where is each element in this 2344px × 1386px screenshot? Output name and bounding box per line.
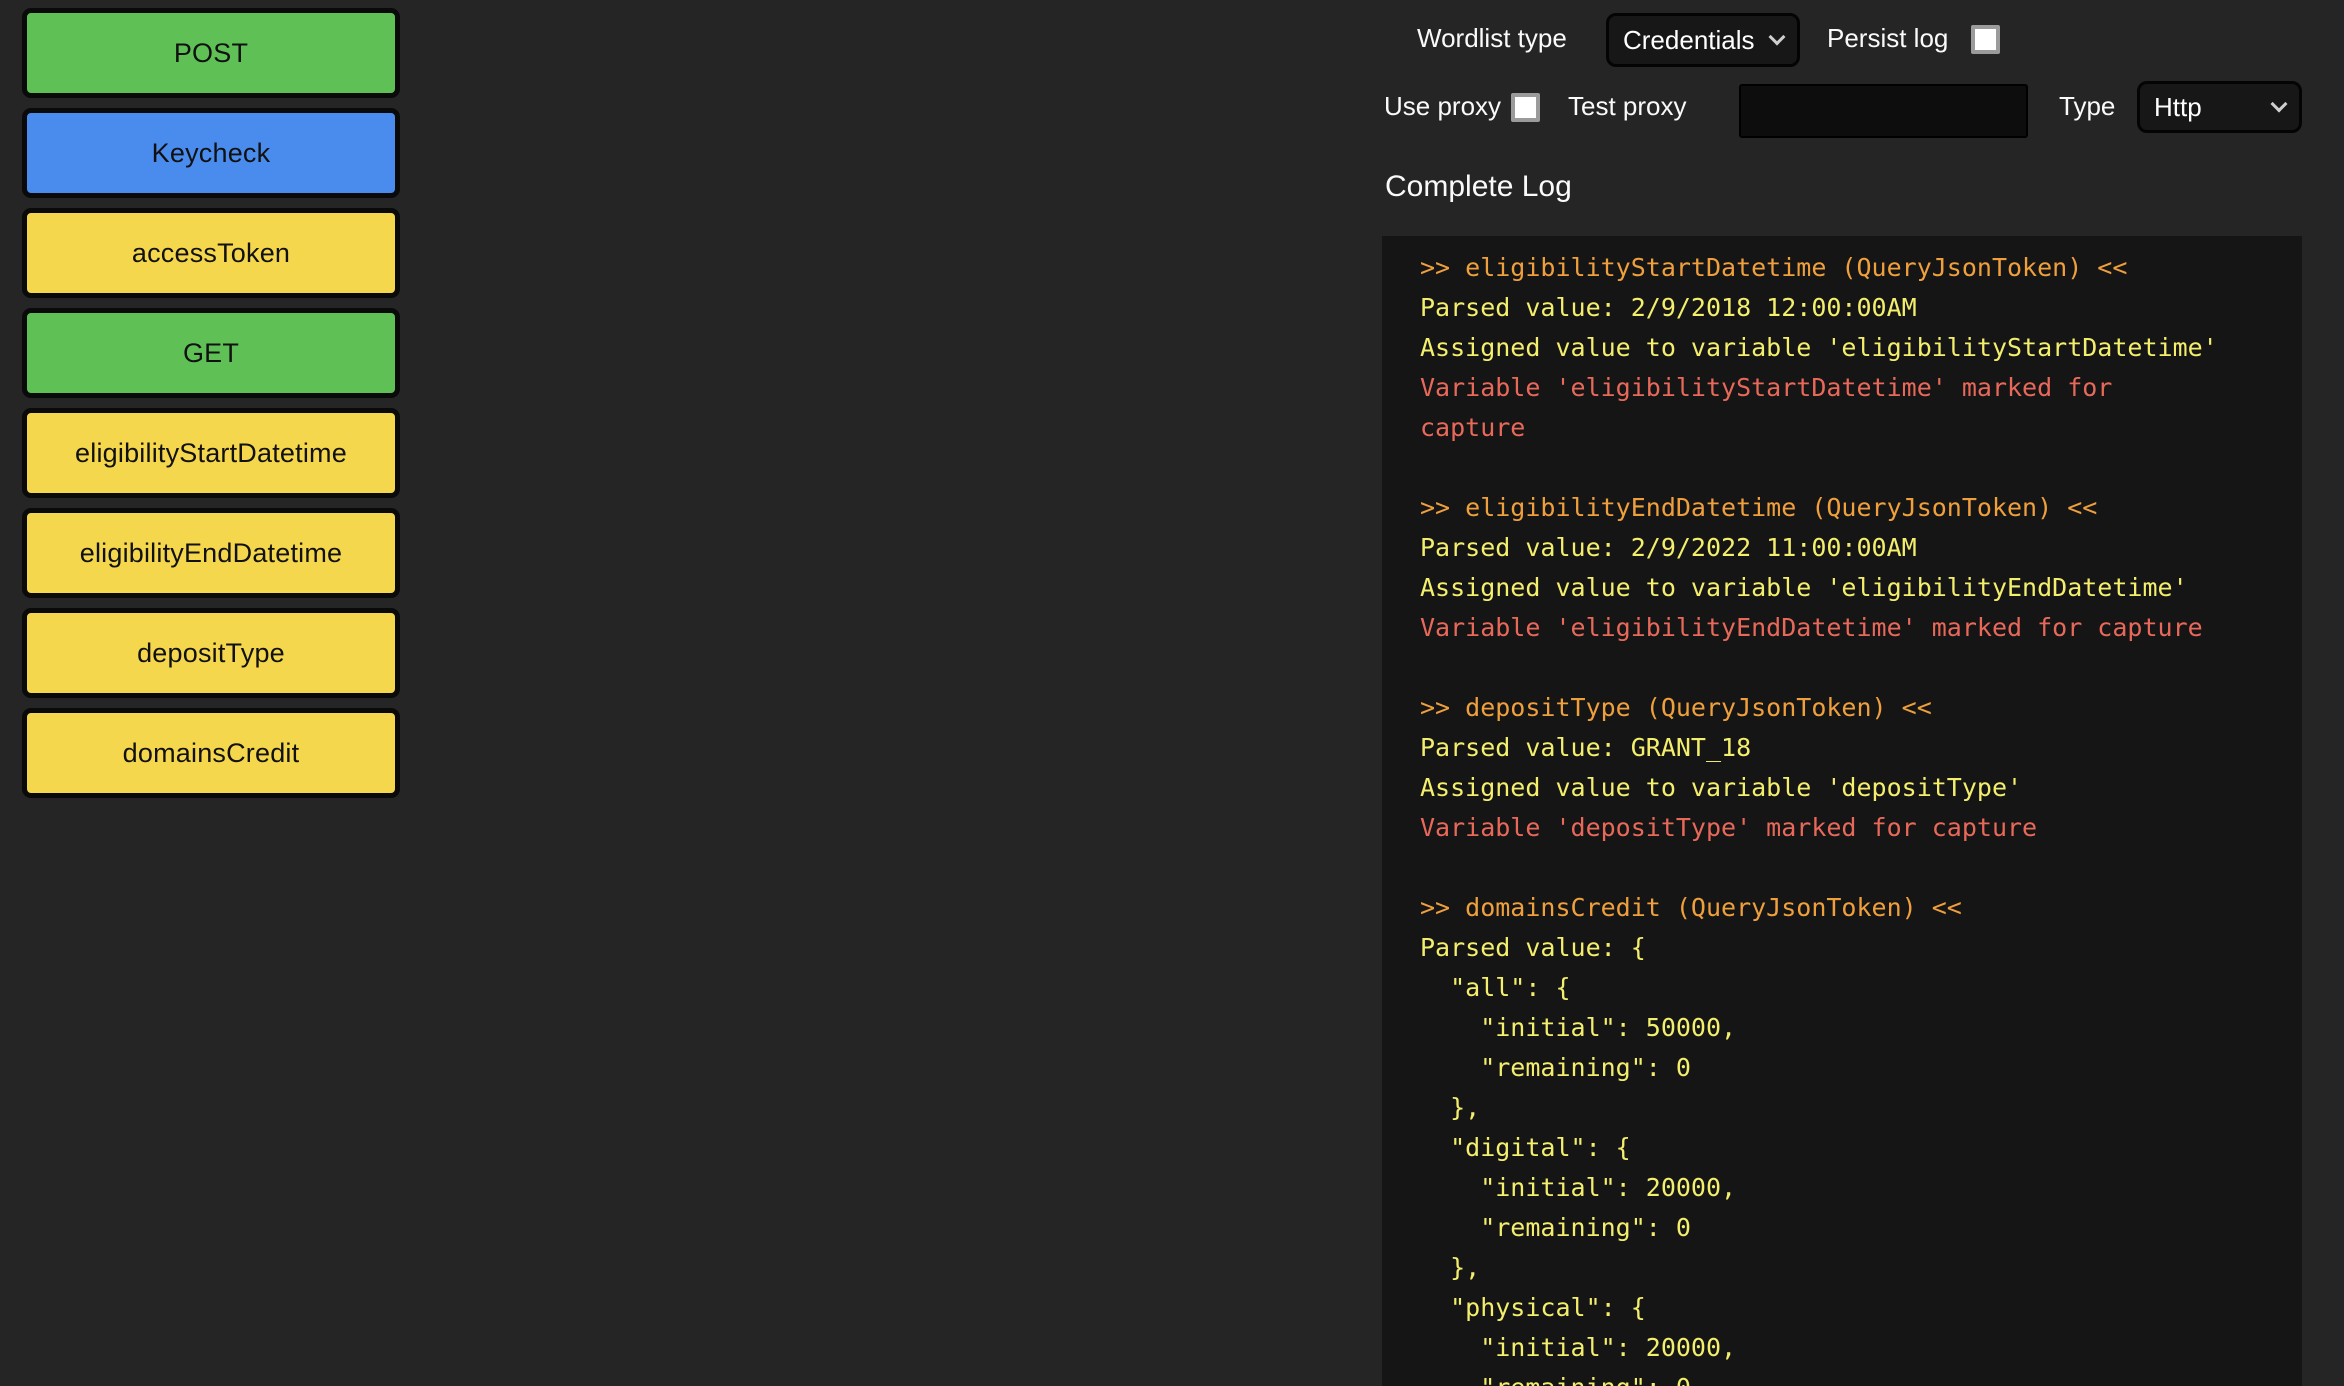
use-proxy-label: Use proxy <box>1384 91 1501 122</box>
use-proxy-checkbox[interactable] <box>1511 93 1540 122</box>
log-line: Parsed value: { <box>1420 928 2264 968</box>
config-block[interactable]: eligibilityEndDatetime <box>22 508 400 598</box>
proxy-type-select[interactable]: Http <box>2137 81 2302 133</box>
log-line: }, <box>1420 1248 2264 1288</box>
log-line: >> depositType (QueryJsonToken) << <box>1420 688 2264 728</box>
log-line: "all": { <box>1420 968 2264 1008</box>
proxy-type-value: Http <box>2154 92 2263 123</box>
config-block[interactable]: POST <box>22 8 400 98</box>
log-line: Variable 'depositType' marked for captur… <box>1420 808 2264 848</box>
log-line: Variable 'eligibilityStartDatetime' mark… <box>1420 368 2264 408</box>
chevron-down-icon <box>2271 96 2288 113</box>
config-block-label: GET <box>183 338 239 369</box>
log-line: Assigned value to variable 'eligibilityE… <box>1420 568 2264 608</box>
persist-log-label: Persist log <box>1827 23 1948 54</box>
log-line: "remaining": 0 <box>1420 1368 2264 1386</box>
log-line: Parsed value: 2/9/2022 11:00:00AM <box>1420 528 2264 568</box>
log-line: "initial": 20000, <box>1420 1328 2264 1368</box>
wordlist-type-select[interactable]: Credentials <box>1606 13 1800 67</box>
config-block-label: eligibilityStartDatetime <box>75 438 347 469</box>
persist-log-checkbox[interactable] <box>1971 25 2000 54</box>
config-block-label: domainsCredit <box>123 738 300 769</box>
config-block[interactable]: accessToken <box>22 208 400 298</box>
wordlist-type-value: Credentials <box>1623 25 1761 56</box>
config-block-label: POST <box>174 38 248 69</box>
log-line: >> domainsCredit (QueryJsonToken) << <box>1420 888 2264 928</box>
test-proxy-label: Test proxy <box>1568 91 1687 122</box>
log-line: "remaining": 0 <box>1420 1048 2264 1088</box>
config-block-label: eligibilityEndDatetime <box>80 538 343 569</box>
log-line: "remaining": 0 <box>1420 1208 2264 1248</box>
log-line: Assigned value to variable 'depositType' <box>1420 768 2264 808</box>
log-line: }, <box>1420 1088 2264 1128</box>
log-line: capture <box>1420 408 2264 448</box>
config-block[interactable]: domainsCredit <box>22 708 400 798</box>
config-block-label: accessToken <box>132 238 290 269</box>
log-line: Parsed value: GRANT_18 <box>1420 728 2264 768</box>
proxy-type-label: Type <box>2059 91 2115 122</box>
log-panel[interactable]: >> eligibilityStartDatetime (QueryJsonTo… <box>1382 236 2302 1386</box>
log-line <box>1420 848 2264 888</box>
chevron-down-icon <box>1769 29 1786 46</box>
log-line: "digital": { <box>1420 1128 2264 1168</box>
config-block[interactable]: depositType <box>22 608 400 698</box>
log-title: Complete Log <box>1385 170 1572 204</box>
app: { "colors": { "green": "#5fc155", "blue"… <box>0 0 2344 1386</box>
config-block[interactable]: Keycheck <box>22 108 400 198</box>
test-proxy-input[interactable] <box>1739 84 2028 138</box>
log-line: "initial": 20000, <box>1420 1168 2264 1208</box>
block-stack: POST Keycheck accessToken GET eligibilit… <box>22 8 400 798</box>
log-line: Assigned value to variable 'eligibilityS… <box>1420 328 2264 368</box>
log-line: "physical": { <box>1420 1288 2264 1328</box>
config-block-label: Keycheck <box>152 138 271 169</box>
log-line: >> eligibilityEndDatetime (QueryJsonToke… <box>1420 488 2264 528</box>
log-line <box>1420 648 2264 688</box>
config-block[interactable]: GET <box>22 308 400 398</box>
config-block[interactable]: eligibilityStartDatetime <box>22 408 400 498</box>
log-line: >> eligibilityStartDatetime (QueryJsonTo… <box>1420 248 2264 288</box>
config-block-label: depositType <box>137 638 285 669</box>
log-line: "initial": 50000, <box>1420 1008 2264 1048</box>
wordlist-type-label: Wordlist type <box>1417 23 1567 54</box>
log-line: Parsed value: 2/9/2018 12:00:00AM <box>1420 288 2264 328</box>
log-line <box>1420 448 2264 488</box>
log-line: Variable 'eligibilityEndDatetime' marked… <box>1420 608 2264 648</box>
